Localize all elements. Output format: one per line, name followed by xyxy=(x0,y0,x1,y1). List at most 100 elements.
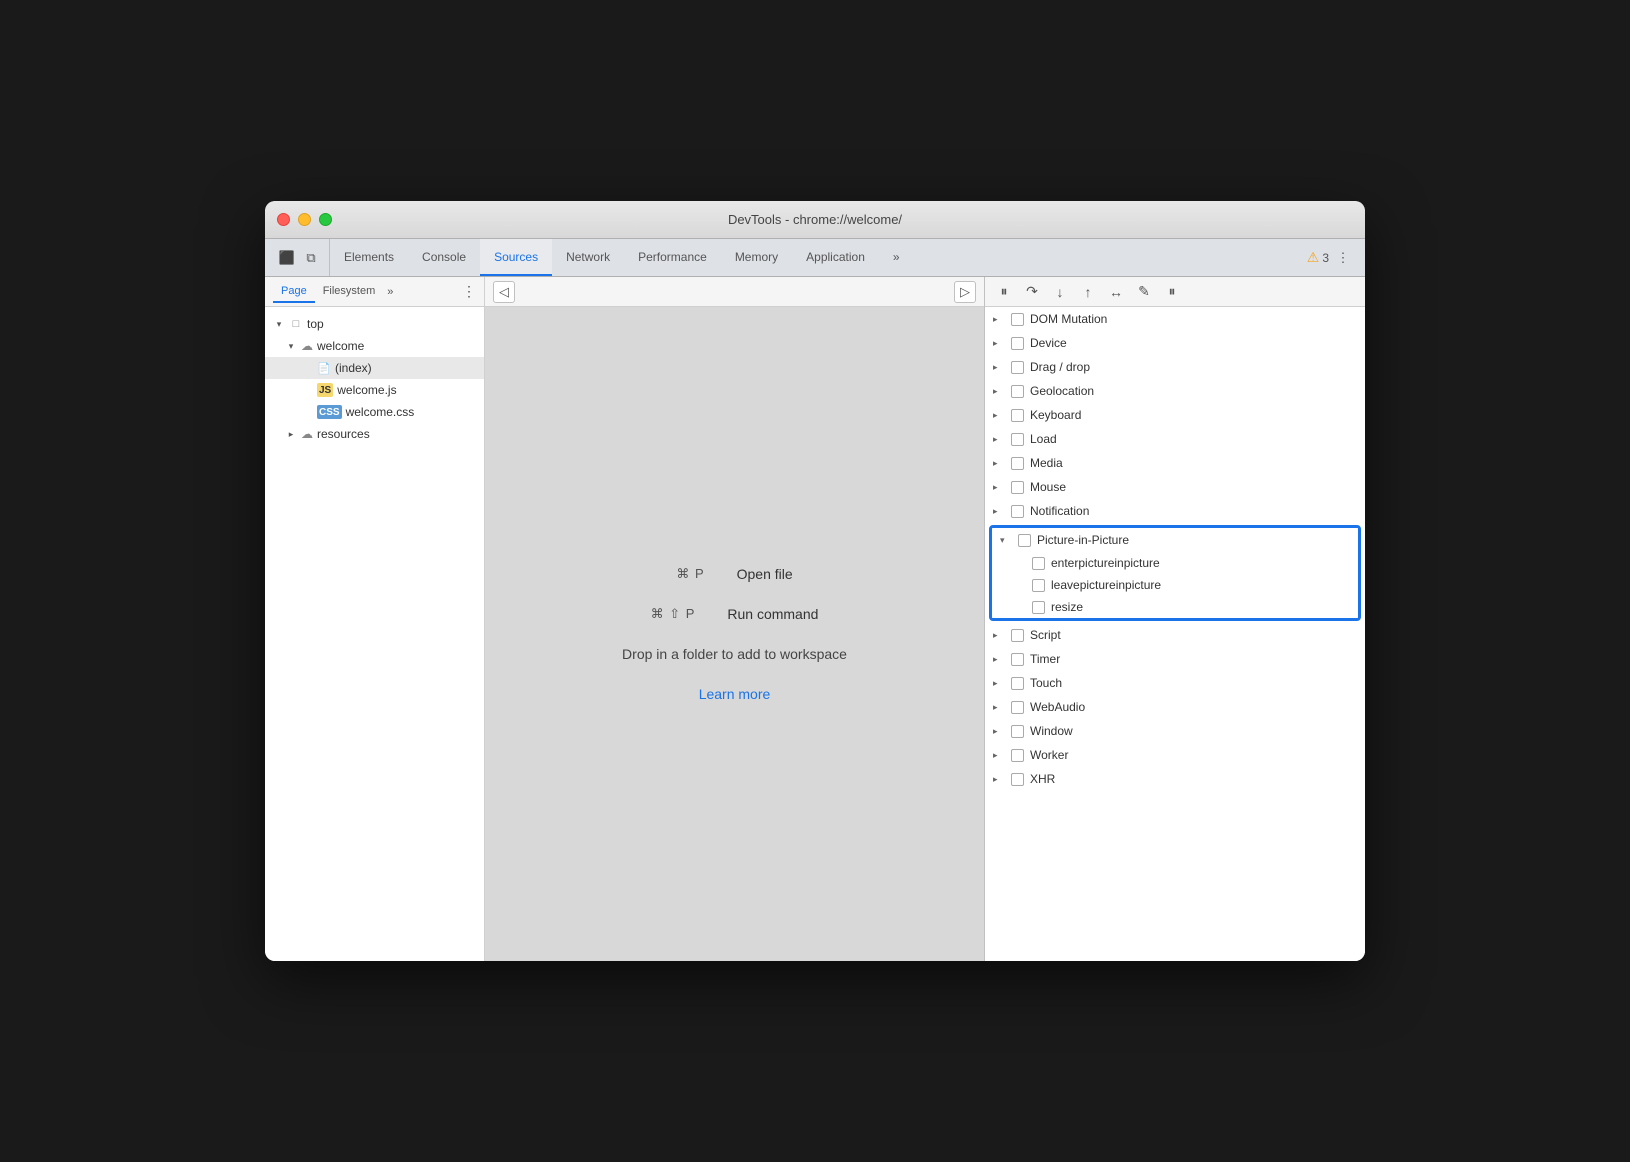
ev-arrow-worker xyxy=(993,750,1005,761)
tab-sources[interactable]: Sources xyxy=(480,239,552,276)
ev-arrow-window xyxy=(993,726,1005,737)
ev-checkbox-keyboard[interactable] xyxy=(1011,409,1024,422)
event-group-item-mouse[interactable]: Mouse xyxy=(985,475,1365,499)
event-group-load: Load xyxy=(985,427,1365,451)
ev-checkbox-dom-mutation[interactable] xyxy=(1011,313,1024,326)
ev-checkbox-script[interactable] xyxy=(1011,629,1024,642)
ev-checkbox-pip[interactable] xyxy=(1018,534,1031,547)
center-content: ⌘ P Open file ⌘ ⇧ P Run command Drop in … xyxy=(485,307,984,961)
event-group-item-device[interactable]: Device xyxy=(985,331,1365,355)
ev-checkbox-timer[interactable] xyxy=(1011,653,1024,666)
sidebar-tab-more[interactable]: » xyxy=(387,286,393,298)
ev-checkbox-touch[interactable] xyxy=(1011,677,1024,690)
cursor-icon[interactable]: ⬛ xyxy=(277,248,297,268)
event-group-touch: Touch xyxy=(985,671,1365,695)
event-group-item-xhr[interactable]: XHR xyxy=(985,767,1365,791)
sidebar-menu-button[interactable]: ⋮ xyxy=(462,283,476,300)
event-group-item-timer[interactable]: Timer xyxy=(985,647,1365,671)
ev-arrow-timer xyxy=(993,654,1005,665)
ev-label-load: Load xyxy=(1030,432,1057,446)
ev-arrow-xhr xyxy=(993,774,1005,785)
tab-application[interactable]: Application xyxy=(792,239,879,276)
tree-item-welcome[interactable]: ☁ welcome xyxy=(265,335,484,357)
tab-console[interactable]: Console xyxy=(408,239,480,276)
ev-arrow-keyboard xyxy=(993,410,1005,421)
event-group-item-touch[interactable]: Touch xyxy=(985,671,1365,695)
ev-arrow-load xyxy=(993,434,1005,445)
ev-label-mouse: Mouse xyxy=(1030,480,1066,494)
tab-memory[interactable]: Memory xyxy=(721,239,792,276)
ev-checkbox-enter-pip[interactable] xyxy=(1032,557,1045,570)
ev-checkbox-xhr[interactable] xyxy=(1011,773,1024,786)
event-group-item-worker[interactable]: Worker xyxy=(985,743,1365,767)
event-group-item-script[interactable]: Script xyxy=(985,623,1365,647)
tab-network[interactable]: Network xyxy=(552,239,624,276)
learn-more-link[interactable]: Learn more xyxy=(699,686,771,702)
css-icon: CSS xyxy=(317,405,342,419)
step-over-btn[interactable]: ↷ xyxy=(1021,281,1043,303)
ev-checkbox-mouse[interactable] xyxy=(1011,481,1024,494)
ev-checkbox-notification[interactable] xyxy=(1011,505,1024,518)
sidebar-tab-page[interactable]: Page xyxy=(273,281,315,303)
pause-exceptions-btn[interactable]: ⏸ xyxy=(1161,281,1183,303)
event-sub-item-enter-pip[interactable]: enterpictureinpicture xyxy=(992,552,1358,574)
ev-checkbox-resize[interactable] xyxy=(1032,601,1045,614)
ev-label-timer: Timer xyxy=(1030,652,1060,666)
device-icon[interactable]: ⧉ xyxy=(301,248,321,268)
collapse-left-btn[interactable]: ◁ xyxy=(493,281,515,303)
ev-label-geolocation: Geolocation xyxy=(1030,384,1094,398)
event-group-item-media[interactable]: Media xyxy=(985,451,1365,475)
step-btn[interactable]: ↔ xyxy=(1105,281,1127,303)
cloud-icon-welcome: ☁ xyxy=(301,339,313,353)
ev-checkbox-geolocation[interactable] xyxy=(1011,385,1024,398)
ev-checkbox-device[interactable] xyxy=(1011,337,1024,350)
ev-label-worker: Worker xyxy=(1030,748,1068,762)
sidebar: Page Filesystem » ⋮ top ☁ welcome xyxy=(265,277,485,961)
ev-checkbox-drag[interactable] xyxy=(1011,361,1024,374)
ev-checkbox-worker[interactable] xyxy=(1011,749,1024,762)
ev-label-xhr: XHR xyxy=(1030,772,1055,786)
tab-more[interactable]: » xyxy=(879,239,914,276)
event-group-item-webaudio[interactable]: WebAudio xyxy=(985,695,1365,719)
step-into-btn[interactable]: ↓ xyxy=(1049,281,1071,303)
tree-label-welcome: welcome xyxy=(317,339,364,353)
tree-item-welcomejs[interactable]: JS welcome.js xyxy=(265,379,484,401)
event-group-item-load[interactable]: Load xyxy=(985,427,1365,451)
ev-checkbox-window[interactable] xyxy=(1011,725,1024,738)
tree-item-index[interactable]: 📄 (index) xyxy=(265,357,484,379)
event-group-item-window[interactable]: Window xyxy=(985,719,1365,743)
event-group-item-geolocation[interactable]: Geolocation xyxy=(985,379,1365,403)
event-group-item-keyboard[interactable]: Keyboard xyxy=(985,403,1365,427)
tree-item-welcomecss[interactable]: CSS welcome.css xyxy=(265,401,484,423)
ev-checkbox-leave-pip[interactable] xyxy=(1032,579,1045,592)
tab-elements[interactable]: Elements xyxy=(330,239,408,276)
tab-performance[interactable]: Performance xyxy=(624,239,721,276)
tree-item-top[interactable]: top xyxy=(265,313,484,335)
ev-checkbox-load[interactable] xyxy=(1011,433,1024,446)
ev-arrow-notification xyxy=(993,506,1005,517)
pause-btn[interactable]: ⏸ xyxy=(993,281,1015,303)
event-group-mouse: Mouse xyxy=(985,475,1365,499)
warning-badge[interactable]: ⚠ 3 xyxy=(1307,249,1329,266)
ev-checkbox-media[interactable] xyxy=(1011,457,1024,470)
expand-right-btn[interactable]: ▷ xyxy=(954,281,976,303)
sidebar-tab-filesystem[interactable]: Filesystem xyxy=(315,281,384,303)
event-group-keyboard: Keyboard xyxy=(985,403,1365,427)
step-out-btn[interactable]: ↑ xyxy=(1077,281,1099,303)
maximize-button[interactable] xyxy=(319,213,332,226)
traffic-lights xyxy=(277,213,332,226)
event-listener-panel: DOM Mutation Device Drag / drop xyxy=(985,307,1365,961)
event-group-item-dom-mutation[interactable]: DOM Mutation xyxy=(985,307,1365,331)
event-group-item-drag[interactable]: Drag / drop xyxy=(985,355,1365,379)
menu-icon[interactable]: ⋮ xyxy=(1333,248,1353,268)
deactivate-btn[interactable]: ✎ xyxy=(1133,281,1155,303)
tree-item-resources[interactable]: ☁ resources xyxy=(265,423,484,445)
event-group-item-notification[interactable]: Notification xyxy=(985,499,1365,523)
event-sub-item-resize[interactable]: resize xyxy=(992,596,1358,618)
event-sub-item-leave-pip[interactable]: leavepictureinpicture xyxy=(992,574,1358,596)
close-button[interactable] xyxy=(277,213,290,226)
ev-checkbox-webaudio[interactable] xyxy=(1011,701,1024,714)
minimize-button[interactable] xyxy=(298,213,311,226)
event-group-item-pip[interactable]: Picture-in-Picture xyxy=(992,528,1358,552)
tree-label-welcomecss: welcome.css xyxy=(346,405,415,419)
